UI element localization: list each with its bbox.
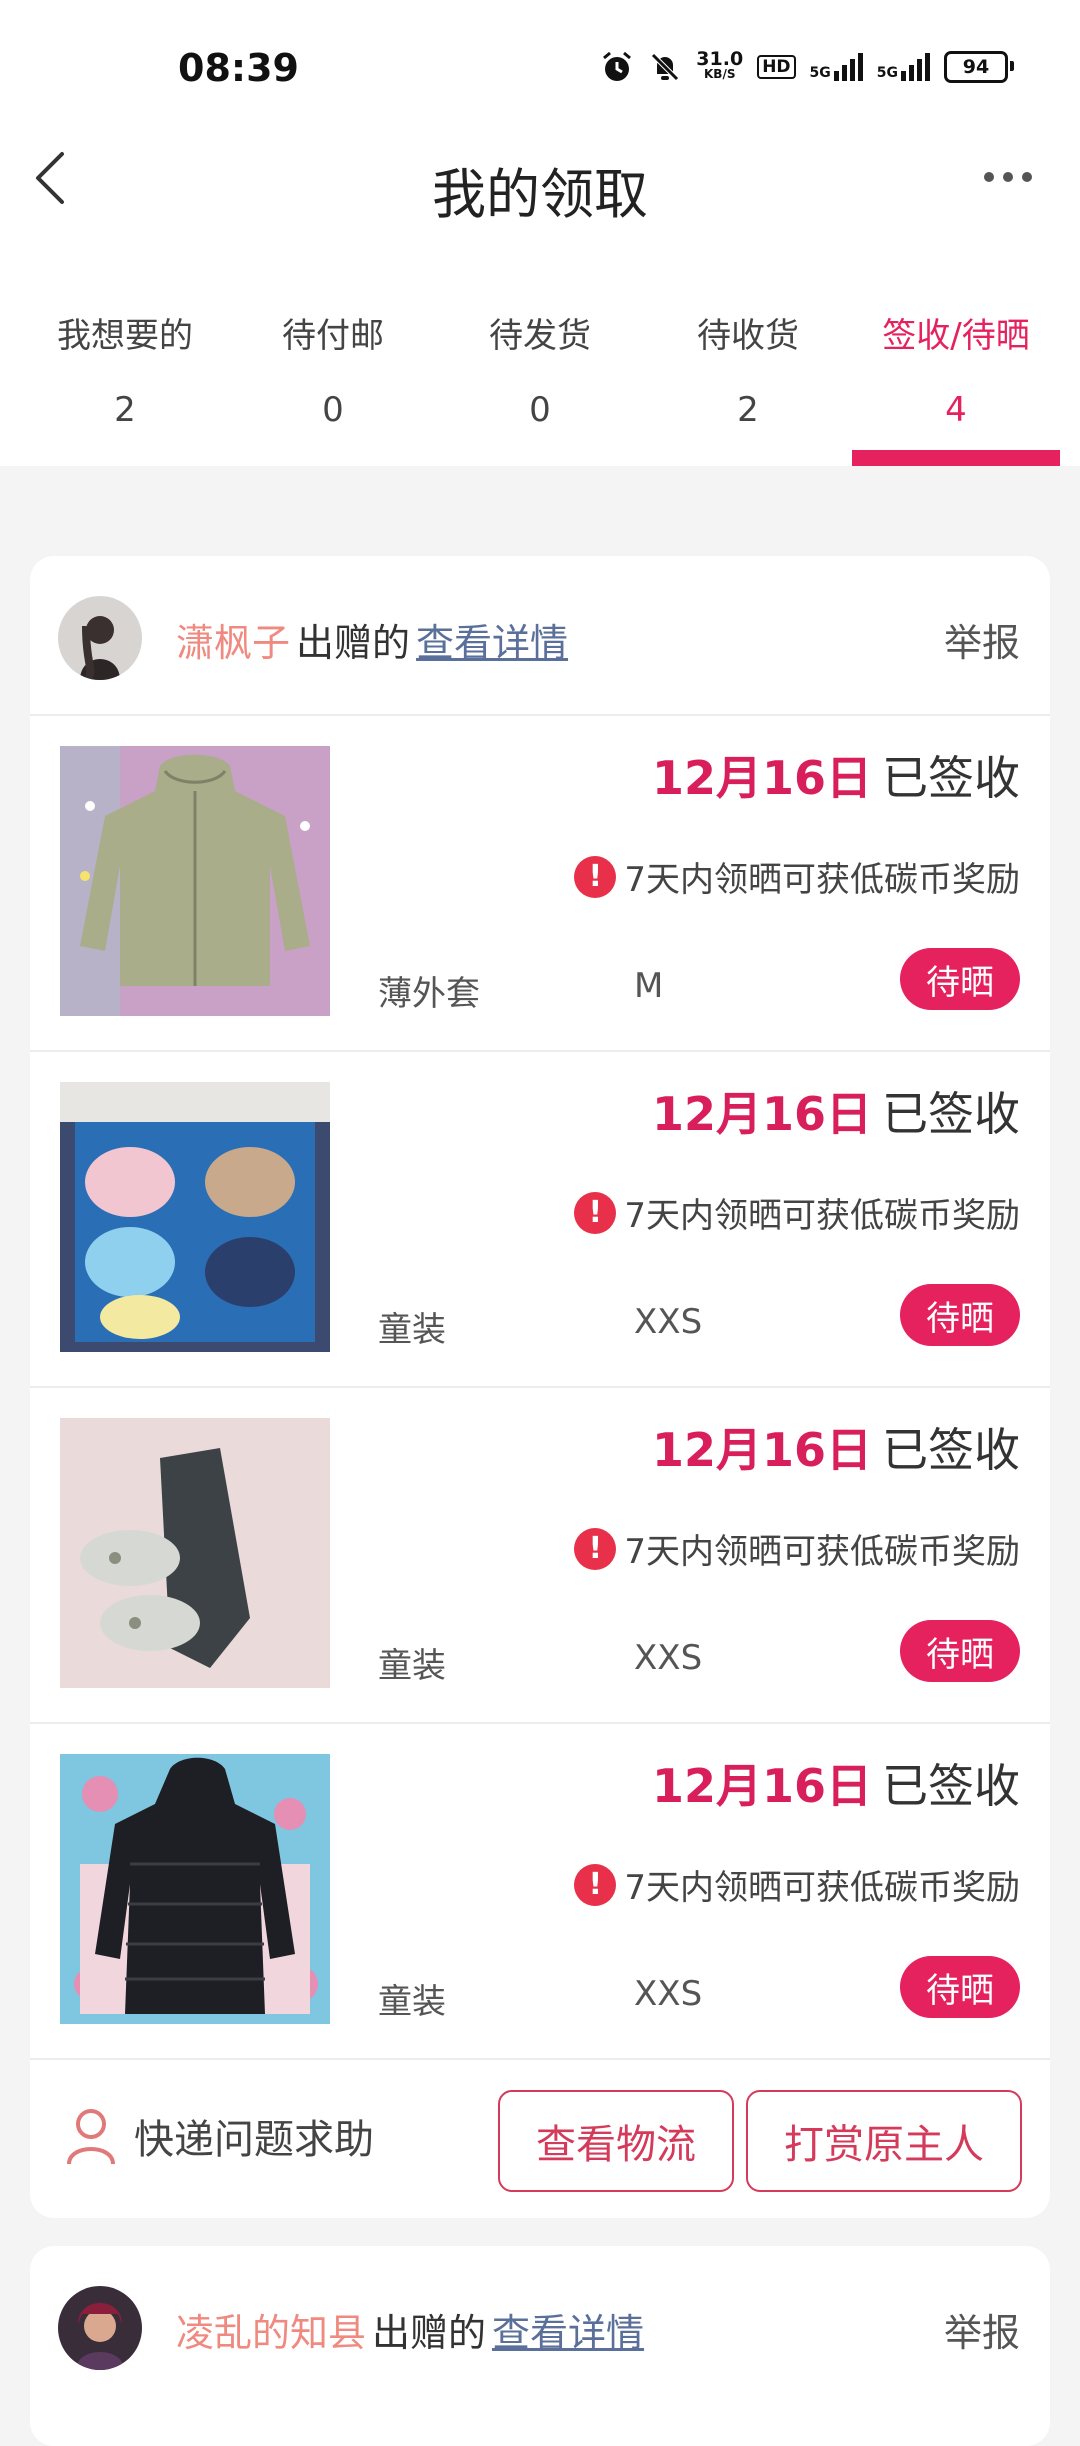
tab-label: 待收货 [697,316,799,356]
notice-text: 7天内领晒可获低碳币奖励 [624,1196,1020,1236]
item-photo[interactable] [60,1082,330,1352]
item-category: 童装 [378,1646,446,1686]
item-size: XXS [634,1302,703,1342]
warning-icon: ! [574,1863,617,1906]
item-category: 薄外套 [378,974,480,1014]
item-photo[interactable] [60,746,330,1016]
card-header: 潇枫子 出赠的 查看详情 举报 [30,556,1050,716]
more-options-icon[interactable] [984,172,1032,182]
giver-suffix: 出赠的 [372,2311,487,2355]
clock: 08:39 [178,46,299,90]
list-item[interactable]: 12月16日 已签收 ! 7天内领晒可获低碳币奖励 童装 XXS 待晒 [30,1722,1050,2060]
notice-text: 7天内领晒可获低碳币奖励 [624,860,1020,900]
delivery-help-link[interactable]: 快递问题求助 [64,2106,374,2166]
tab-pending-receipt[interactable]: 待收货 2 [644,280,852,466]
tab-pending-shipment[interactable]: 待发货 0 [436,280,644,466]
sign-date: 12月16日 已签收 [652,1078,1020,1144]
date: 12月16日 [651,1087,872,1141]
card-footer: 快递问题求助 查看物流 打赏原主人 [30,2060,1050,2218]
signal-icon: 5G [810,53,863,81]
sign-date: 12月16日 已签收 [652,1750,1020,1816]
view-details-link[interactable]: 查看详情 [416,621,568,665]
warning-icon: ! [574,1527,617,1570]
avatar[interactable] [58,2286,142,2370]
giver-name[interactable]: 凌乱的知县 [176,2311,366,2355]
giver-name[interactable]: 潇枫子 [176,621,290,665]
hd-icon: HD [757,55,796,79]
share-pending-button[interactable]: 待晒 [900,948,1020,1010]
reward-notice: ! 7天内领晒可获低碳币奖励 [574,1188,1020,1237]
share-pending-button[interactable]: 待晒 [900,1284,1020,1346]
date: 12月16日 [651,751,872,805]
report-button[interactable]: 举报 [944,2302,1020,2357]
warning-icon: ! [574,1191,617,1234]
network-speed-value: 31.0 [696,48,744,70]
item-category: 童装 [378,1310,446,1350]
tab-label: 我想要的 [57,316,193,356]
signed-status: 已签收 [882,1759,1020,1813]
reward-notice: ! 7天内领晒可获低碳币奖励 [574,852,1020,901]
mute-bell-icon [651,53,680,81]
order-card: 凌乱的知县 出赠的 查看详情 举报 [30,2246,1050,2446]
tab-label: 签收/待晒 [882,316,1030,356]
battery-level: 94 [962,56,990,78]
signed-status: 已签收 [882,1423,1020,1477]
date: 12月16日 [651,1759,872,1813]
tab-count: 2 [114,390,136,430]
giver-line: 凌乱的知县 出赠的 查看详情 [176,2302,644,2357]
warning-icon: ! [574,855,617,898]
item-category: 童装 [378,1982,446,2022]
giver-line: 潇枫子 出赠的 查看详情 [176,612,568,667]
view-logistics-button[interactable]: 查看物流 [498,2090,734,2192]
tip-original-owner-button[interactable]: 打赏原主人 [746,2090,1022,2192]
sign-date: 12月16日 已签收 [652,1414,1020,1480]
status-icons: 31.0 KB/S HD 5G 5G 94 [600,48,1014,84]
list-item[interactable]: 12月16日 已签收 ! 7天内领晒可获低碳币奖励 童装 XXS 待晒 [30,1050,1050,1388]
signal-label: 5G [809,65,831,81]
signed-status: 已签收 [882,751,1020,805]
notice-text: 7天内领晒可获低碳币奖励 [624,1868,1020,1908]
tab-count: 0 [529,390,551,430]
tab-signed-to-share[interactable]: 签收/待晒 4 [852,280,1060,466]
page-title: 我的领取 [432,163,648,226]
tab-count: 4 [945,390,967,430]
reward-notice: ! 7天内领晒可获低碳币奖励 [574,1524,1020,1573]
delivery-help-label: 快递问题求助 [134,2117,374,2163]
signal-label-2: 5G [876,65,898,81]
battery-icon: 94 [944,51,1014,83]
share-pending-button[interactable]: 待晒 [900,1620,1020,1682]
item-photo[interactable] [60,1418,330,1688]
avatar[interactable] [58,596,142,680]
tab-count: 2 [737,390,759,430]
item-size: XXS [634,1638,703,1678]
order-card: 潇枫子 出赠的 查看详情 举报 12月16日 已签收 ! 7天内领晒可获低碳币奖励 薄外… [30,556,1050,2218]
sign-date: 12月16日 已签收 [652,742,1020,808]
reward-notice: ! 7天内领晒可获低碳币奖励 [574,1860,1020,1909]
item-size: XXS [634,1974,703,2014]
person-icon [67,2109,115,2165]
signed-status: 已签收 [882,1087,1020,1141]
item-photo[interactable] [60,1754,330,2024]
date: 12月16日 [651,1423,872,1477]
tab-wanted[interactable]: 我想要的 2 [21,280,229,466]
list-item[interactable]: 12月16日 已签收 ! 7天内领晒可获低碳币奖励 童装 XXS 待晒 [30,1386,1050,1724]
tab-label: 待发货 [489,316,591,356]
tab-indicator [852,450,1060,466]
tab-label: 待付邮 [282,316,384,356]
tab-count: 0 [322,390,344,430]
card-header: 凌乱的知县 出赠的 查看详情 举报 [30,2246,1050,2404]
status-bar: 08:39 31.0 KB/S HD 5G 5G 94 [0,0,1080,140]
item-size: M [634,966,664,1006]
giver-suffix: 出赠的 [296,621,411,665]
status-tabs: 我想要的 2 待付邮 0 待发货 0 待收货 2 签收/待晒 4 [0,280,1080,466]
share-pending-button[interactable]: 待晒 [900,1956,1020,2018]
signal-icon-2: 5G [877,53,930,81]
alarm-icon [603,51,632,81]
report-button[interactable]: 举报 [944,612,1020,667]
network-speed: 31.0 KB/S [696,48,744,82]
tab-pending-postage[interactable]: 待付邮 0 [229,280,437,466]
notice-text: 7天内领晒可获低碳币奖励 [624,1532,1020,1572]
list-item[interactable]: 12月16日 已签收 ! 7天内领晒可获低碳币奖励 薄外套 M 待晒 [30,714,1050,1052]
view-details-link[interactable]: 查看详情 [492,2311,644,2355]
